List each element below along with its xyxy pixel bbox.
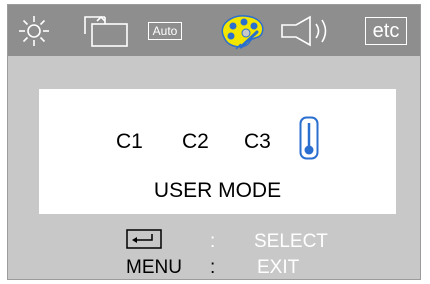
option-c3[interactable]: C3 [244,130,271,154]
color-mode-panel: C1 C2 C3 USER MODE [39,89,396,214]
osd-menu: Auto etc C1 C2 C3 USER MODE: SELECT MEN… [7,4,421,280]
enter-key-icon [126,229,162,254]
color-palette-icon[interactable] [216,5,268,56]
volume-icon[interactable] [276,5,344,56]
etc-icon[interactable]: etc [364,5,408,56]
help-key-menu: MENU [126,257,182,278]
auto-label: Auto [147,21,183,40]
brightness-icon[interactable] [14,5,54,56]
option-c1[interactable]: C1 [116,130,143,154]
thermometer-icon[interactable] [299,116,319,165]
mode-title: USER MODE [153,179,282,202]
osd-toolbar: Auto etc [8,5,420,56]
image-size-icon[interactable] [80,5,132,56]
help-action-select: SELECT [254,231,328,252]
help-separator: : [210,231,216,252]
help-separator: : [210,257,216,278]
help-action-exit: EXIT [257,257,300,278]
option-c2[interactable]: C2 [182,130,209,154]
auto-adjust-icon[interactable]: Auto [142,5,188,56]
etc-label: etc [364,16,408,45]
